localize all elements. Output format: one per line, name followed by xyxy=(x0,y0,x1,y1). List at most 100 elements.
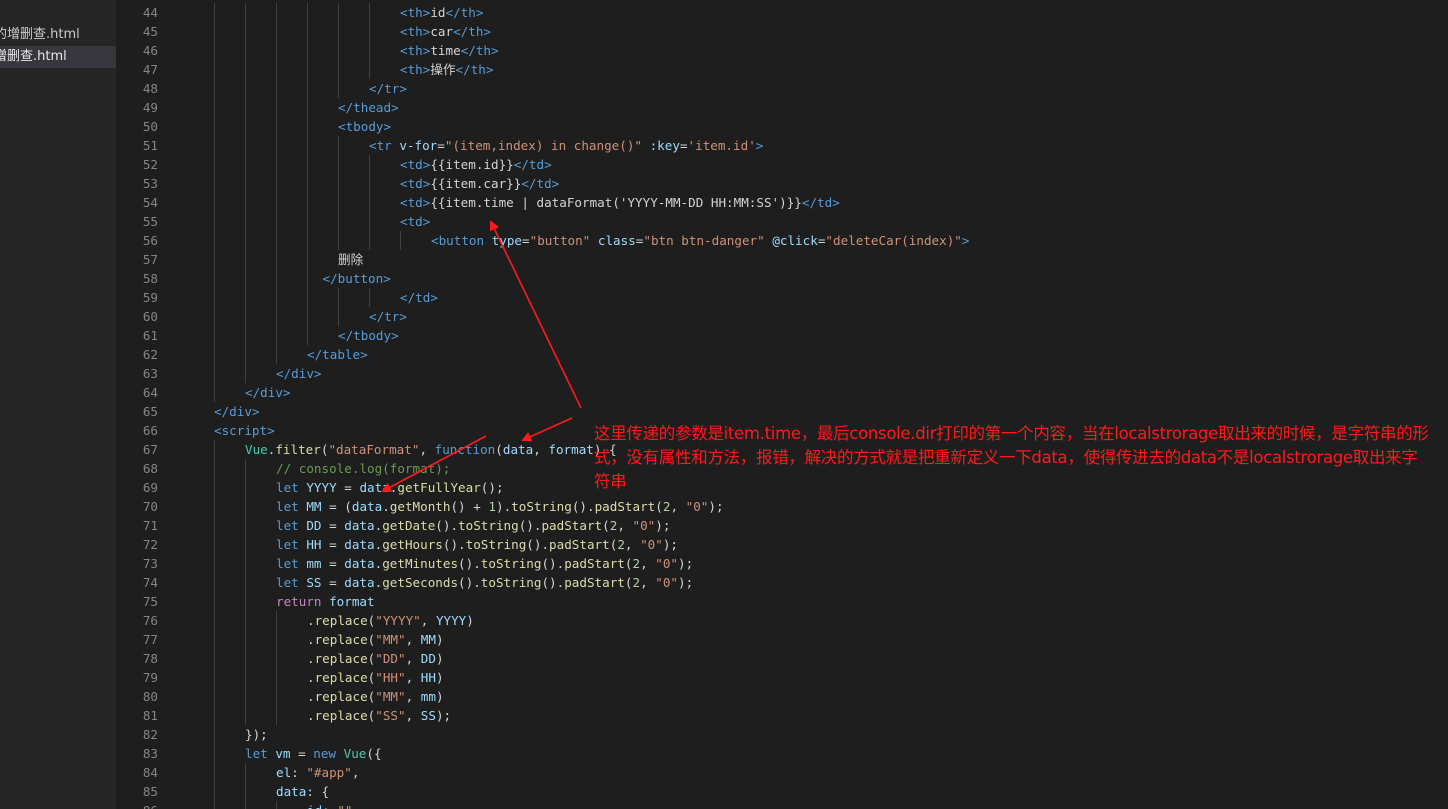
code-token: "deleteCar(index)" xyxy=(825,233,962,248)
code-text: </button> xyxy=(323,269,391,288)
code-token: toString xyxy=(458,518,519,533)
code-text: </table> xyxy=(307,345,368,364)
code-token: "0" xyxy=(655,556,678,571)
code-token: </td> xyxy=(513,157,552,172)
indent-guide xyxy=(307,193,308,212)
code-token: , xyxy=(640,575,656,590)
indent-guide xyxy=(245,98,246,117)
indent-guide xyxy=(276,155,277,174)
code-token: <td> xyxy=(400,214,431,229)
code-token: mm xyxy=(306,556,322,571)
code-text: .replace("MM", MM) xyxy=(307,630,444,649)
code-line: 60 </tr> xyxy=(116,307,1448,326)
code-token: Vue xyxy=(245,442,268,457)
code-token: </div> xyxy=(276,366,322,381)
indent-guide xyxy=(338,212,339,231)
code-token: replace xyxy=(314,613,368,628)
indent-guide xyxy=(245,782,246,801)
indent-guide xyxy=(307,307,308,326)
code-text: <td>{{item.car}}</td> xyxy=(400,174,559,193)
indent-guide xyxy=(276,22,277,41)
code-token: . xyxy=(307,651,315,666)
indent-guide xyxy=(276,117,277,136)
line-number: 73 xyxy=(142,556,158,571)
code-line: 85 data: { xyxy=(116,782,1448,801)
code-token: YYYY xyxy=(306,480,337,495)
code-token: replace xyxy=(314,689,368,704)
code-token: </tr> xyxy=(369,309,407,324)
code-token: v-for xyxy=(399,138,438,153)
code-token: = xyxy=(321,518,345,533)
indent-guide xyxy=(214,706,215,725)
line-number: 60 xyxy=(142,309,158,324)
code-editor[interactable]: 44 <th>id</th> 45 <th>car</th> 46 <th>time</t… xyxy=(116,0,1448,809)
code-token: vm xyxy=(275,746,291,761)
line-number: 63 xyxy=(142,366,158,381)
code-line: 53 <td>{{item.car}}</td> xyxy=(116,174,1448,193)
indent-guide xyxy=(214,535,215,554)
indent-guide xyxy=(214,117,215,136)
indent-guide xyxy=(214,345,215,364)
indent-guide xyxy=(307,250,308,269)
indent-guide xyxy=(245,478,246,497)
indent-guide xyxy=(369,155,370,174)
line-number: 51 xyxy=(142,138,158,153)
code-token: class xyxy=(597,233,636,248)
code-token: (). xyxy=(518,518,542,533)
code-token: MM xyxy=(420,632,436,647)
indent-guide xyxy=(214,649,215,668)
code-line: 83 let vm = new Vue({ xyxy=(116,744,1448,763)
code-token: , xyxy=(670,499,686,514)
indent-guide xyxy=(214,41,215,60)
indent-guide xyxy=(369,22,370,41)
indent-guide xyxy=(245,687,246,706)
code-token: (). xyxy=(442,537,466,552)
code-text: </div> xyxy=(276,364,322,383)
line-number: 65 xyxy=(142,404,158,419)
code-line: 47 <th>操作</th> xyxy=(116,60,1448,79)
code-token: = xyxy=(437,138,445,153)
indent-guide xyxy=(214,440,215,459)
indent-guide xyxy=(245,516,246,535)
code-token: let xyxy=(245,746,276,761)
file-item-0[interactable]: 的增删查.html xyxy=(0,24,116,46)
code-token: ) xyxy=(466,613,474,628)
code-token: </tr> xyxy=(369,81,407,96)
code-text: .replace("HH", HH) xyxy=(307,668,444,687)
code-token: getSeconds xyxy=(382,575,459,590)
file-item-1-active[interactable]: 增删查.html xyxy=(0,46,116,68)
code-text: </thead> xyxy=(338,98,399,117)
code-line: 59 </td> xyxy=(116,288,1448,307)
code-token: </td> xyxy=(801,195,840,210)
code-line: 51 <tr v-for="(item,index) in change()" :… xyxy=(116,136,1448,155)
code-token: (). xyxy=(526,537,550,552)
code-token: </th> xyxy=(460,43,499,58)
code-token: </table> xyxy=(307,347,368,362)
indent-guide xyxy=(214,288,215,307)
code-token: </th> xyxy=(445,5,484,20)
indent-guide xyxy=(245,136,246,155)
indent-guide xyxy=(307,288,308,307)
indent-guide xyxy=(338,3,339,22)
code-text: Vue.filter("dataFormat", function(data, … xyxy=(245,440,617,459)
indent-guide xyxy=(214,193,215,212)
code-text: }); xyxy=(245,725,268,744)
indent-guide xyxy=(338,136,339,155)
code-token: (); xyxy=(480,480,504,495)
code-token: . xyxy=(307,613,315,628)
code-token: (). xyxy=(541,575,565,590)
code-token: </thead> xyxy=(338,100,399,115)
indent-guide xyxy=(307,269,308,288)
code-text: <td>{{item.time | dataFormat('YYYY-MM-DD… xyxy=(400,193,840,212)
code-token: (). xyxy=(458,556,481,571)
indent-guide xyxy=(276,345,277,364)
file-explorer: 的增删查.html 增删查.html xyxy=(0,0,116,809)
code-text: <th>操作</th> xyxy=(400,60,493,79)
indent-guide xyxy=(338,60,339,79)
code-token: > xyxy=(755,138,764,153)
indent-guide xyxy=(245,801,246,809)
code-line: 77 .replace("MM", MM) xyxy=(116,630,1448,649)
code-token: (). xyxy=(458,575,481,590)
indent-guide xyxy=(214,3,215,22)
indent-guide xyxy=(276,630,277,649)
